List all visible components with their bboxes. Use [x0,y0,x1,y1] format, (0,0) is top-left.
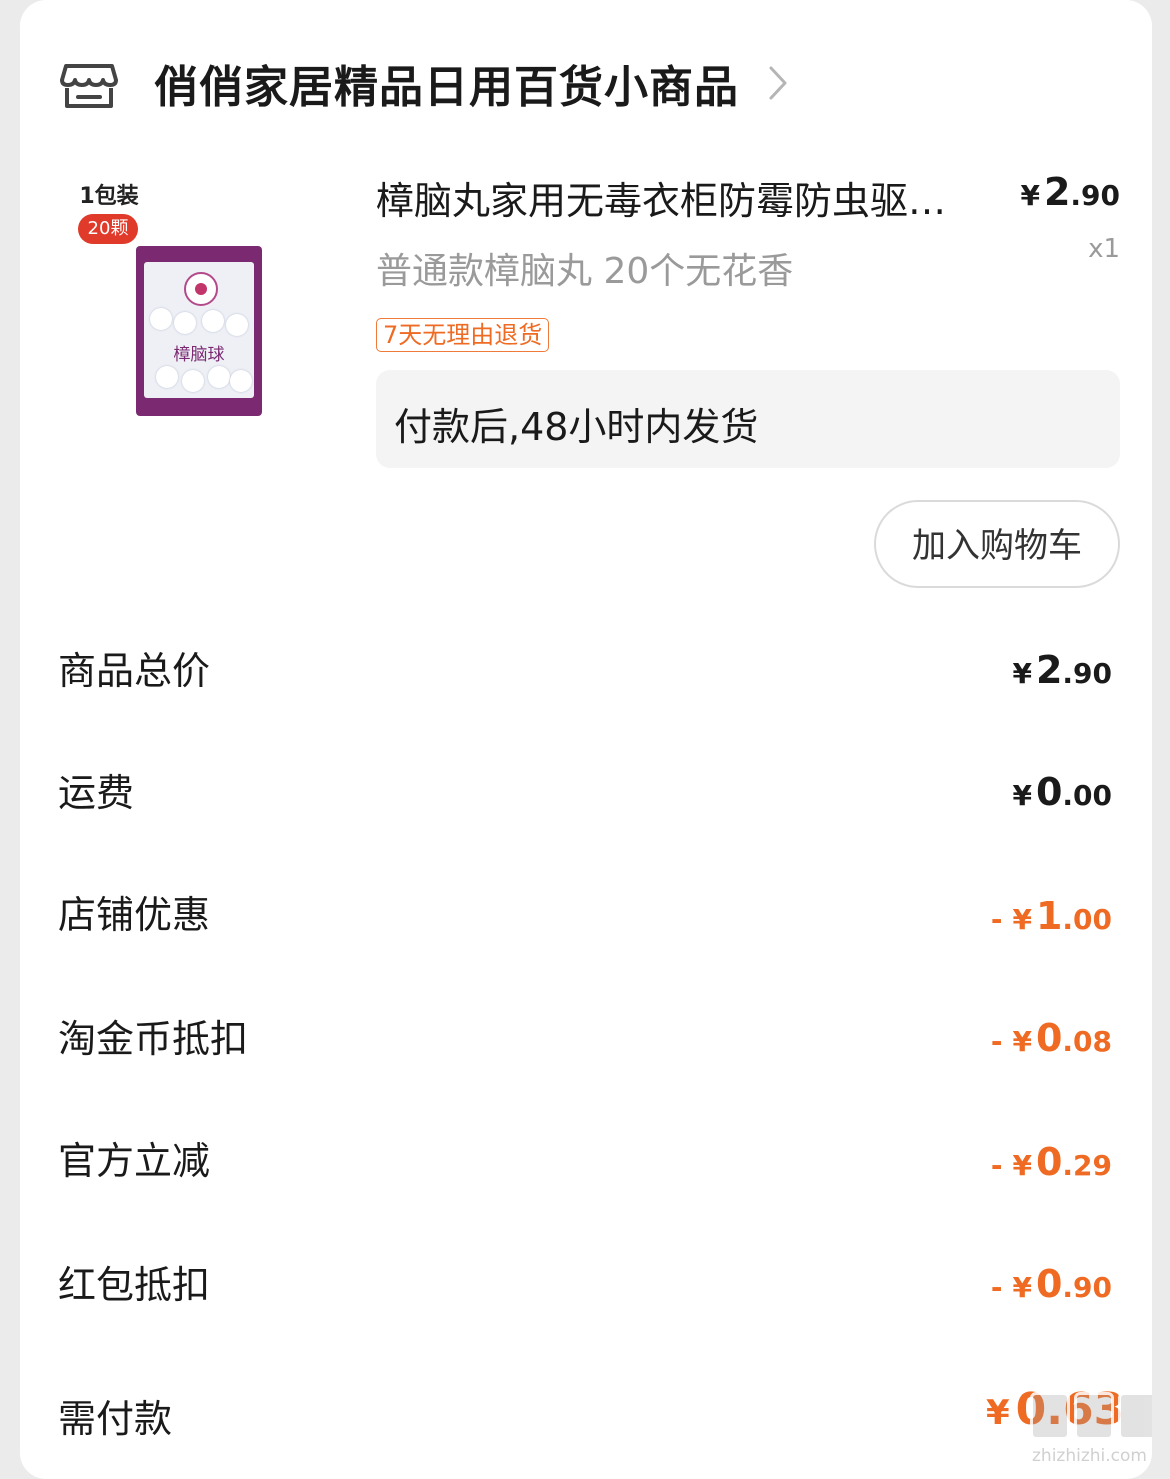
order-card: 俏俏家居精品日用百货小商品 1包装 20颗 樟脑球 樟脑丸家用无毒衣柜防霉防虫驱… [20,0,1152,1479]
return-policy-tag: 7天无理由退货 [376,318,550,352]
payment-label: 需付款 [58,1397,173,1441]
shipping-info: 付款后,48小时内发货 [376,370,1120,468]
summary-value-coin-deduction: - ¥0.08 [990,1016,1112,1060]
summary-label-official-discount: 官方立减 [58,1139,211,1183]
product-spec: 普通款樟脑丸 20个无花香 [376,251,794,292]
product-price: ¥2.90 [1020,170,1120,214]
shipping-text: 付款后,48小时内发货 [394,405,759,449]
watermark-logo: zhizhizhi.com [1030,1392,1152,1472]
summary-value-official-discount: - ¥0.29 [990,1140,1112,1184]
summary-label-shipping: 运费 [58,771,135,815]
flower-logo-icon [184,272,218,306]
summary-label-store-discount: 店铺优惠 [58,893,211,937]
store-header[interactable]: 俏俏家居精品日用百货小商品 [58,48,938,118]
product-image[interactable]: 1包装 20颗 樟脑球 [76,172,276,432]
store-name: 俏俏家居精品日用百货小商品 [154,62,739,113]
summary-value-red-packet: - ¥0.90 [990,1262,1112,1306]
summary-value-shipping: ¥0.00 [1012,770,1112,814]
summary-value-store-discount: - ¥1.00 [990,894,1112,938]
product-bag-illustration: 樟脑球 [136,246,262,416]
product-title[interactable]: 樟脑丸家用无毒衣柜防霉防虫驱虫防蛀防潮除味 [376,170,966,225]
summary-label-red-packet: 红包抵扣 [58,1263,211,1307]
package-count-badge: 20颗 [78,214,138,244]
summary-label-coin-deduction: 淘金币抵扣 [58,1017,249,1061]
summary-value-total: ¥2.90 [1012,648,1112,692]
add-to-cart-button[interactable]: 加入购物车 [874,500,1120,588]
summary-label-total: 商品总价 [58,649,211,693]
product-quantity: x1 [1088,234,1120,264]
chevron-right-icon [769,66,787,100]
watermark-text: zhizhizhi.com [1032,1446,1147,1466]
package-label: 1包装 [79,184,139,209]
store-icon [60,64,118,108]
bag-label: 樟脑球 [173,345,225,365]
